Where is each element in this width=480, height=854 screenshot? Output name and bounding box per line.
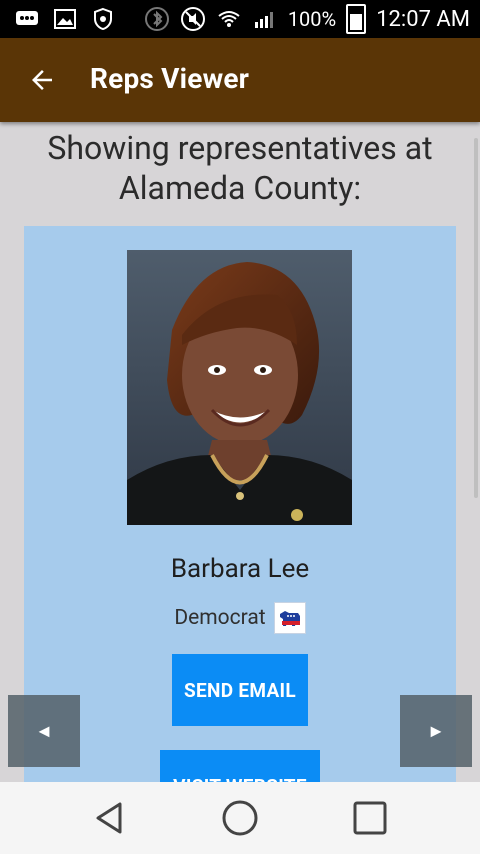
shield-icon <box>90 6 116 32</box>
heading-line-1: Showing representatives at <box>47 129 433 167</box>
back-arrow-icon[interactable] <box>24 62 60 98</box>
battery-percent: 100% <box>287 7 337 31</box>
status-left <box>14 6 116 32</box>
battery-icon <box>346 4 367 34</box>
previous-rep-button[interactable]: ◄ <box>8 695 80 767</box>
message-icon <box>14 6 40 32</box>
rep-card: Barbara Lee Democrat SEND EMAIL VISIT WE… <box>24 226 456 782</box>
nav-back-icon[interactable] <box>90 798 130 838</box>
mute-icon <box>180 6 206 32</box>
rep-photo <box>127 250 352 525</box>
image-icon <box>52 6 78 32</box>
content-scroll[interactable]: Showing representatives at Alameda Count… <box>0 122 480 782</box>
party-label: Democrat <box>174 606 266 630</box>
nav-home-icon[interactable] <box>220 798 260 838</box>
send-email-button[interactable]: SEND EMAIL <box>172 654 308 726</box>
system-nav-bar <box>0 782 480 854</box>
clock: 12:07 AM <box>376 6 470 32</box>
signal-icon <box>252 6 278 32</box>
visit-website-button[interactable]: VISIT WEBSITE <box>160 750 320 782</box>
wifi-icon <box>216 6 242 32</box>
rep-name: Barbara Lee <box>170 554 310 584</box>
democrat-donkey-icon <box>273 602 306 634</box>
next-rep-button[interactable]: ► <box>400 695 472 767</box>
page-heading: Showing representatives at Alameda Count… <box>0 128 480 208</box>
bluetooth-icon <box>144 6 170 32</box>
heading-line-2: Alameda County: <box>118 169 362 207</box>
app-title: Reps Viewer <box>90 62 250 95</box>
status-bar: 100% 12:07 AM <box>0 0 480 38</box>
party-row: Democrat <box>24 602 456 634</box>
app-bar: Reps Viewer <box>0 38 480 122</box>
scrollbar[interactable] <box>474 138 478 498</box>
status-right: 100% 12:07 AM <box>144 4 470 34</box>
nav-recents-icon[interactable] <box>350 798 390 838</box>
